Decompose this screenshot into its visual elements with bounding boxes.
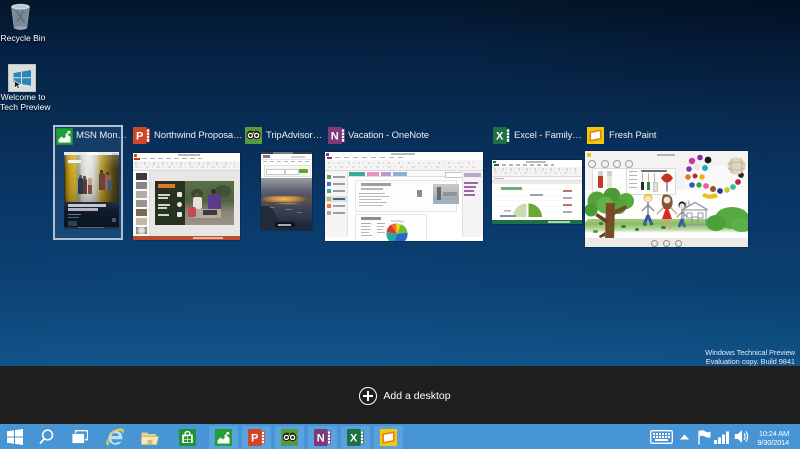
svg-text:X: X	[350, 433, 358, 445]
svg-text:P: P	[136, 131, 143, 143]
svg-text:P: P	[251, 433, 258, 445]
svg-text:N: N	[331, 131, 339, 143]
svg-text:N: N	[317, 433, 325, 445]
svg-text:X: X	[496, 131, 504, 143]
svg-text:Trip Budget: Trip Budget	[390, 219, 404, 223]
